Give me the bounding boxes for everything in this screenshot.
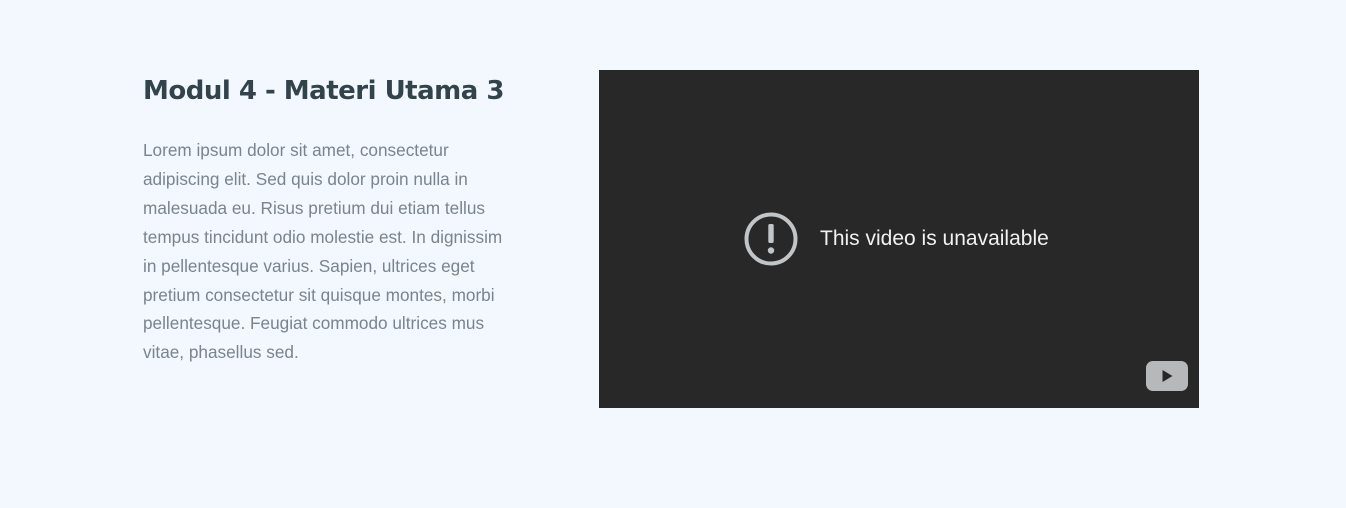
module-text-column: Modul 4 - Materi Utama 3 Lorem ipsum dol…	[143, 72, 523, 367]
module-description: Lorem ipsum dolor sit amet, consectetur …	[143, 140, 503, 363]
video-unavailable-message: This video is unavailable	[744, 212, 1049, 266]
youtube-logo-icon[interactable]	[1146, 361, 1188, 391]
video-player[interactable]: This video is unavailable	[599, 70, 1199, 408]
module-title: Modul 4 - Materi Utama 3	[143, 76, 504, 106]
video-unavailable-text: This video is unavailable	[820, 227, 1049, 250]
exclamation-circle-icon	[744, 212, 798, 266]
